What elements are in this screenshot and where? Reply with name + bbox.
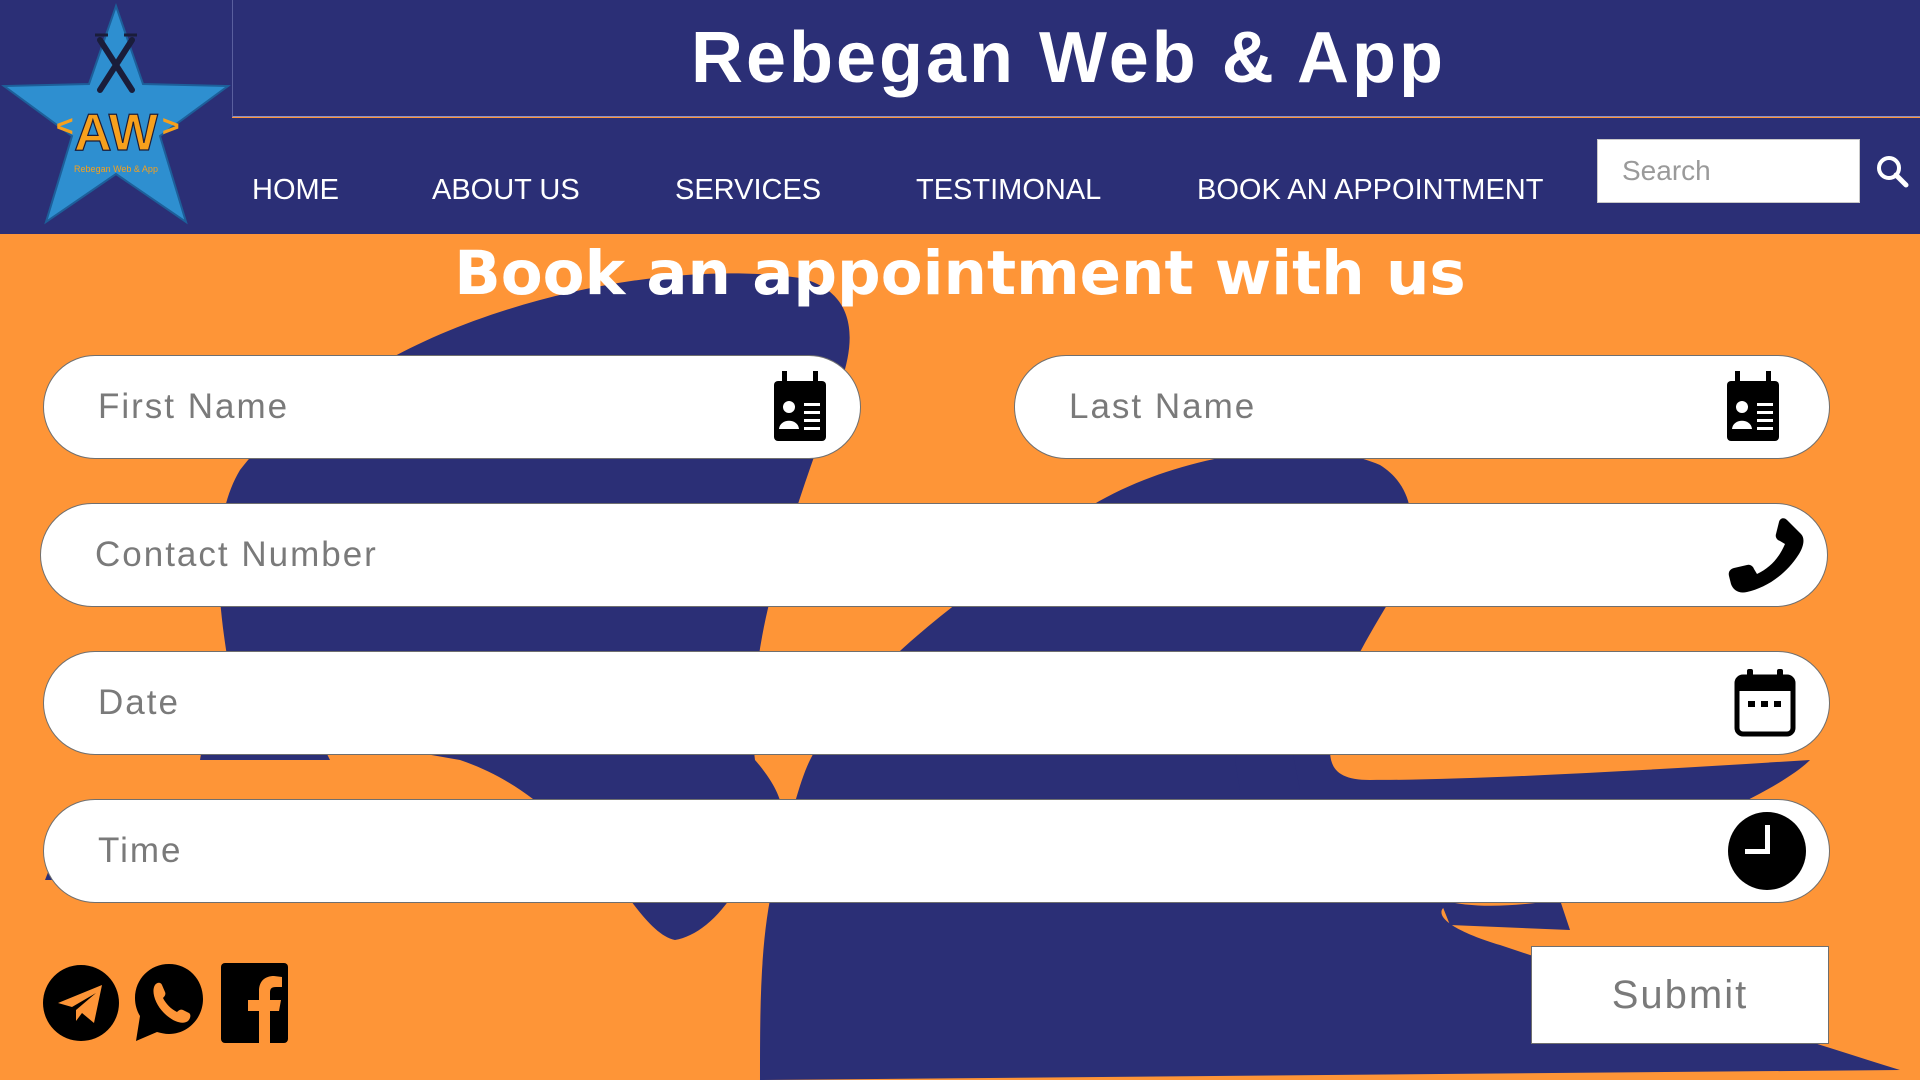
svg-text:<: < <box>56 110 74 143</box>
contact-card-icon <box>1727 371 1779 441</box>
calendar-icon <box>1734 669 1796 737</box>
nav-book-appointment[interactable]: BOOK AN APPOINTMENT <box>1197 174 1543 207</box>
nav-home[interactable]: HOME <box>252 174 339 207</box>
site-title: Rebegan Web & App <box>690 18 1447 98</box>
nav-about-us[interactable]: ABOUT US <box>432 174 580 207</box>
phone-icon <box>1728 518 1804 593</box>
clock-icon <box>1728 812 1806 890</box>
date-input[interactable] <box>44 652 1829 754</box>
time-input[interactable] <box>44 800 1829 902</box>
contact-card-icon <box>774 371 826 441</box>
logo[interactable]: AW < > Rebegan Web & App <box>0 0 232 234</box>
site-header: Rebegan Web & App <box>232 0 1920 117</box>
telegram-icon[interactable] <box>42 963 120 1043</box>
search-icon[interactable] <box>1875 154 1909 188</box>
facebook-icon[interactable] <box>221 963 288 1043</box>
svg-text:>: > <box>162 110 180 143</box>
nav-testimonal[interactable]: TESTIMONAL <box>916 174 1101 207</box>
contact-number-field[interactable] <box>40 503 1828 607</box>
last-name-field[interactable] <box>1014 355 1830 459</box>
nav-services[interactable]: SERVICES <box>675 174 821 207</box>
svg-text:AW: AW <box>74 104 159 162</box>
main-nav: HOME ABOUT US SERVICES TESTIMONAL BOOK A… <box>232 118 1920 234</box>
first-name-input[interactable] <box>44 356 860 458</box>
search-input[interactable] <box>1597 139 1860 203</box>
logo-star-icon: AW < > Rebegan Web & App <box>1 2 231 225</box>
form-title: Book an appointment with us <box>454 238 1466 309</box>
last-name-input[interactable] <box>1015 356 1829 458</box>
whatsapp-icon[interactable] <box>133 961 205 1045</box>
submit-button[interactable]: Submit <box>1531 946 1829 1044</box>
contact-number-input[interactable] <box>41 504 1827 606</box>
time-field[interactable] <box>43 799 1830 903</box>
svg-text:Rebegan Web & App: Rebegan Web & App <box>74 164 158 174</box>
first-name-field[interactable] <box>43 355 861 459</box>
date-field[interactable] <box>43 651 1830 755</box>
